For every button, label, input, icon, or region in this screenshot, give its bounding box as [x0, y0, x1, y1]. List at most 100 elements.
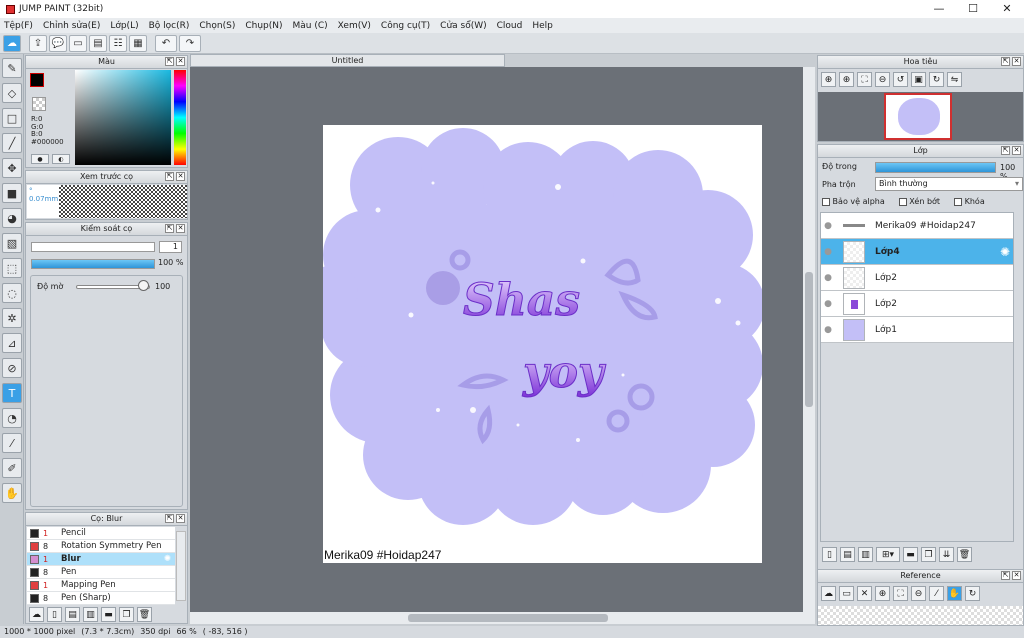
layer-row-lop2b[interactable]: ● Lớp2 [821, 291, 1013, 317]
add-layer-menu-icon[interactable]: ⊞▾ [876, 547, 900, 562]
menu-select[interactable]: Chọn(S) [199, 21, 235, 31]
undock-icon[interactable]: ⇱ [165, 57, 174, 66]
reference-rotate-icon[interactable]: ↻ [965, 586, 980, 601]
menu-tools[interactable]: Công cụ(T) [381, 21, 430, 31]
vertical-scroll-thumb[interactable] [805, 272, 813, 407]
menu-filter[interactable]: Bộ lọc(R) [149, 21, 190, 31]
brush-cloud-icon[interactable]: ☁ [29, 607, 44, 622]
visibility-icon[interactable]: ● [821, 273, 835, 283]
reference-zoom-out-icon[interactable]: ⊖ [911, 586, 926, 601]
reference-hand-icon[interactable]: ✋ [947, 586, 962, 601]
close-button[interactable]: ✕ [990, 0, 1024, 18]
brush-item[interactable]: 1 Blur ✺ [27, 553, 175, 566]
menu-capture[interactable]: Chụp(N) [245, 21, 282, 31]
undock-icon[interactable]: ⇱ [165, 514, 174, 523]
brush-tool-icon[interactable]: ✎ [2, 58, 22, 78]
canvas-vertical-scrollbar[interactable] [803, 67, 815, 612]
pen-tool-icon[interactable]: ✐ [2, 458, 22, 478]
close-panel-icon[interactable]: ✕ [176, 172, 185, 181]
reference-fit-icon[interactable]: ⛶ [893, 586, 908, 601]
color-saturation-square[interactable] [75, 70, 171, 165]
visibility-icon[interactable]: ● [821, 221, 835, 231]
foreground-color-swatch[interactable] [30, 73, 44, 87]
balloon-tool-icon[interactable]: ◔ [2, 408, 22, 428]
brush-settings-icon[interactable]: ▥ [83, 607, 98, 622]
export-icon[interactable]: ⇪ [29, 34, 47, 52]
close-panel-icon[interactable]: ✕ [1012, 146, 1021, 155]
visibility-icon[interactable]: ● [821, 247, 835, 257]
navigator-preview[interactable] [818, 92, 1023, 141]
document-tab[interactable]: Untitled [190, 54, 505, 67]
delete-brush-icon[interactable]: 🗑 [137, 607, 152, 622]
layer-row-lop4[interactable]: ● Lớp4 ✺ [821, 239, 1013, 265]
brush-folder-icon[interactable]: ▬ [101, 607, 116, 622]
open-folder-icon[interactable]: ▭ [839, 586, 854, 601]
select-eraser-tool-icon[interactable]: ⊘ [2, 358, 22, 378]
rotate-right-icon[interactable]: ↻ [929, 72, 944, 87]
close-panel-icon[interactable]: ✕ [176, 514, 185, 523]
menu-cloud[interactable]: Cloud [497, 21, 523, 31]
merge-layer-icon[interactable]: ⇊ [939, 547, 954, 562]
minimize-button[interactable]: — [922, 0, 956, 18]
layer-folder-icon[interactable]: ▬ [903, 547, 918, 562]
menu-color[interactable]: Màu (C) [293, 21, 328, 31]
page-manager-icon[interactable]: ☷ [109, 34, 127, 52]
reference-view[interactable] [818, 606, 1023, 625]
brush-item[interactable]: 8 Rotation Symmetry Pen [27, 540, 175, 553]
redo-icon[interactable]: ↷ [179, 34, 201, 52]
comment-icon[interactable]: 💬 [49, 34, 67, 52]
new-brush-icon[interactable]: ▯ [47, 607, 62, 622]
lasso-tool-icon[interactable]: ◌ [2, 283, 22, 303]
bucket-tool-icon[interactable]: ◕ [2, 208, 22, 228]
duplicate-layer-icon[interactable]: ❐ [921, 547, 936, 562]
gear-icon[interactable]: ✺ [1000, 245, 1010, 259]
close-panel-icon[interactable]: ✕ [1012, 57, 1021, 66]
rotate-left-icon[interactable]: ↺ [893, 72, 908, 87]
zoom-in-icon[interactable]: ⊕ [821, 72, 836, 87]
text-tool-icon[interactable]: T [2, 383, 22, 403]
menu-window[interactable]: Cửa sổ(W) [440, 21, 486, 31]
hand-tool-icon[interactable]: ✋ [2, 483, 22, 503]
gear-icon[interactable]: ✺ [164, 554, 171, 564]
brush-item[interactable]: 8 Pen (Sharp) [27, 592, 175, 605]
brush-list-scrollbar[interactable] [176, 531, 186, 601]
duplicate-brush-icon[interactable]: ❐ [119, 607, 134, 622]
brush-size-input[interactable]: 1 [159, 241, 182, 253]
message-icon[interactable]: ▭ [69, 34, 87, 52]
rectangle-tool-icon[interactable]: □ [2, 108, 22, 128]
brush-size-slider[interactable] [31, 242, 155, 252]
color-mode-icon[interactable]: ● [31, 154, 49, 164]
undock-icon[interactable]: ⇱ [1001, 571, 1010, 580]
transparent-color-swatch[interactable] [32, 97, 46, 111]
new-layer-alt-icon[interactable]: ▤ [840, 547, 855, 562]
layer-row-lop1[interactable]: ● Lớp1 [821, 317, 1013, 343]
gradient-tool-icon[interactable]: ▧ [2, 233, 22, 253]
flip-icon[interactable]: ⇋ [947, 72, 962, 87]
zoom-in-alt-icon[interactable]: ⊕ [839, 72, 854, 87]
close-panel-icon[interactable]: ✕ [176, 57, 185, 66]
visibility-icon[interactable]: ● [821, 299, 835, 309]
eraser-tool-icon[interactable]: ◇ [2, 83, 22, 103]
layer-row-text[interactable]: ● Merika09 #Hoidap247 [821, 213, 1013, 239]
visibility-icon[interactable]: ● [821, 325, 835, 335]
grid-icon[interactable]: ▦ [129, 34, 147, 52]
lock-checkbox[interactable]: Khóa [954, 197, 985, 206]
move-tool-icon[interactable]: ✥ [2, 158, 22, 178]
eyedropper-tool-icon[interactable]: ⁄ [2, 433, 22, 453]
menu-file[interactable]: Tệp(F) [4, 21, 33, 31]
reset-view-icon[interactable]: ▣ [911, 72, 926, 87]
rect-select-tool-icon[interactable]: ⬚ [2, 258, 22, 278]
menu-view[interactable]: Xem(V) [338, 21, 371, 31]
layer-opacity-slider[interactable] [875, 162, 996, 173]
layer-row-lop2a[interactable]: ● Lớp2 [821, 265, 1013, 291]
close-reference-icon[interactable]: ✕ [857, 586, 872, 601]
protect-alpha-checkbox[interactable]: Bảo vệ alpha [822, 197, 885, 206]
brush-item[interactable]: 8 Pen [27, 566, 175, 579]
clipping-checkbox[interactable]: Xén bớt [898, 197, 940, 206]
zoom-out-icon[interactable]: ⊖ [875, 72, 890, 87]
reference-eyedropper-icon[interactable]: ⁄ [929, 586, 944, 601]
reference-zoom-in-icon[interactable]: ⊕ [875, 586, 890, 601]
select-pen-tool-icon[interactable]: ⊿ [2, 333, 22, 353]
undo-icon[interactable]: ↶ [155, 34, 177, 52]
add-brush-icon[interactable]: ▤ [65, 607, 80, 622]
